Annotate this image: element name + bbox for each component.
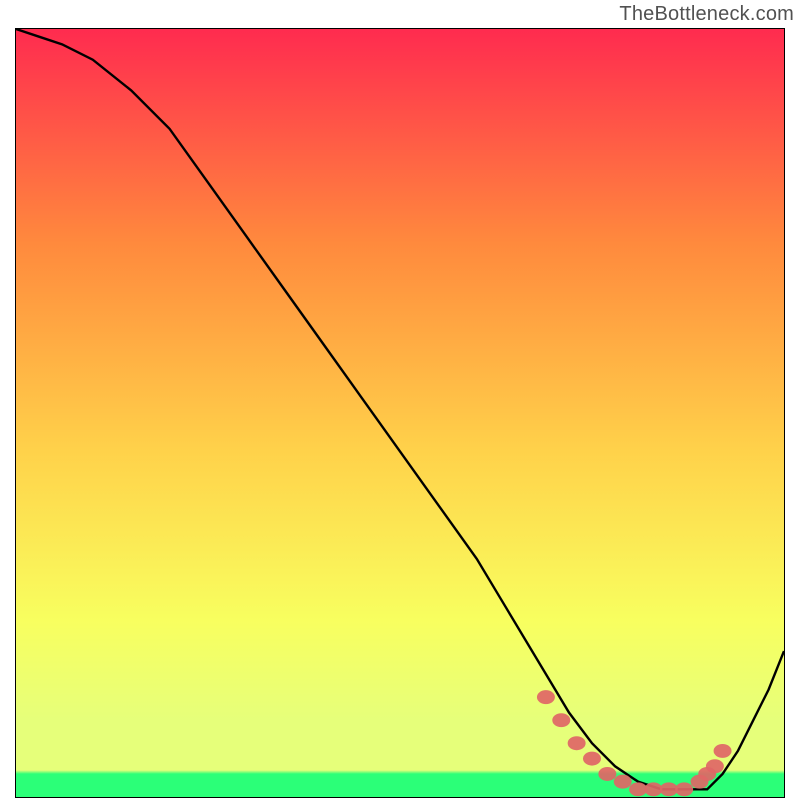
valley-marker xyxy=(614,775,632,789)
valley-marker xyxy=(552,713,570,727)
gradient-background xyxy=(16,29,784,797)
valley-marker xyxy=(583,752,601,766)
chart-svg xyxy=(16,29,784,797)
valley-marker xyxy=(598,767,616,781)
valley-marker xyxy=(714,744,732,758)
valley-marker xyxy=(568,736,586,750)
plot-area xyxy=(15,28,785,798)
chart-container: TheBottleneck.com xyxy=(0,0,800,800)
valley-marker xyxy=(629,782,647,796)
valley-marker xyxy=(537,690,555,704)
valley-marker xyxy=(706,759,724,773)
valley-marker xyxy=(660,782,678,796)
valley-marker xyxy=(675,782,693,796)
valley-marker xyxy=(644,782,662,796)
watermark-text: TheBottleneck.com xyxy=(619,3,794,26)
